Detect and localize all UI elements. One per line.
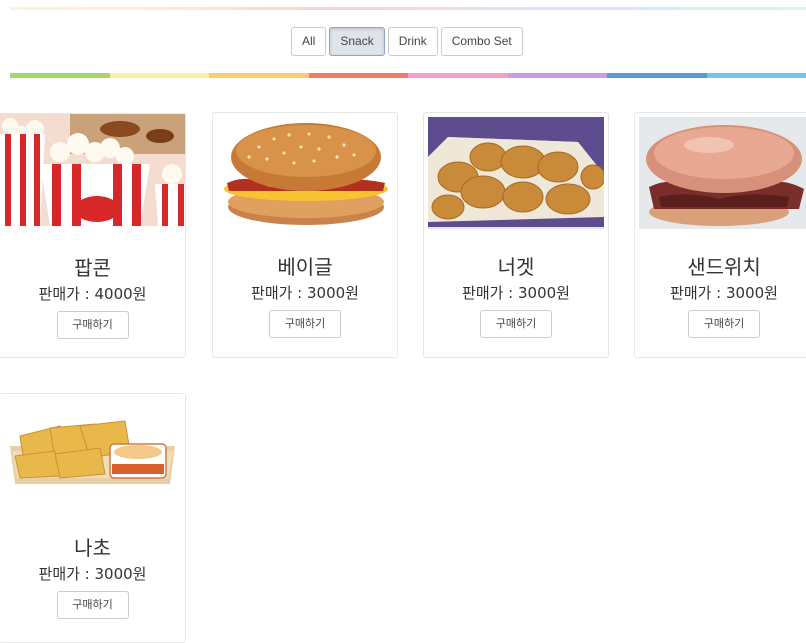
buy-button[interactable]: 구매하기	[57, 311, 129, 339]
product-name: 팝콘	[0, 252, 185, 281]
rainbow-segment	[408, 73, 508, 78]
product-name: 베이글	[213, 251, 397, 280]
product-price: 판매가 : 3000원	[0, 563, 185, 584]
product-card-popcorn: 팝콘 판매가 : 4000원 구매하기	[0, 113, 186, 358]
product-image-nachos	[0, 406, 185, 506]
buy-button[interactable]: 구매하기	[688, 310, 760, 338]
buy-button[interactable]: 구매하기	[480, 310, 552, 338]
product-card-bagel: 베이글 판매가 : 3000원 구매하기	[212, 112, 398, 358]
product-card-sandwich: 샌드위치 판매가 : 3000원 구매하기	[634, 112, 806, 358]
product-image-bagel	[219, 117, 391, 229]
rainbow-segment	[209, 73, 309, 78]
product-image-popcorn	[0, 114, 185, 226]
product-image-nuggets	[428, 117, 604, 229]
product-name: 너겟	[424, 251, 608, 280]
top-decorative-stripe	[10, 7, 806, 10]
filter-drink-button[interactable]: Drink	[388, 27, 438, 56]
product-price: 판매가 : 3000원	[213, 282, 397, 303]
rainbow-segment	[10, 73, 110, 78]
product-name: 나초	[0, 532, 185, 561]
filter-combo-set-button[interactable]: Combo Set	[441, 27, 523, 56]
product-price: 판매가 : 3000원	[424, 282, 608, 303]
product-price: 판매가 : 4000원	[0, 283, 185, 304]
product-card-nachos: 나초 판매가 : 3000원 구매하기	[0, 393, 186, 643]
rainbow-segment	[707, 73, 806, 78]
buy-button[interactable]: 구매하기	[57, 591, 129, 619]
filter-snack-button[interactable]: Snack	[329, 27, 384, 56]
product-image-sandwich	[639, 117, 806, 229]
buy-button[interactable]: 구매하기	[269, 310, 341, 338]
rainbow-divider	[10, 73, 806, 78]
product-price: 판매가 : 3000원	[635, 282, 806, 303]
filter-all-button[interactable]: All	[291, 27, 326, 56]
rainbow-segment	[508, 73, 608, 78]
product-card-nuggets: 너겟 판매가 : 3000원 구매하기	[423, 112, 609, 358]
rainbow-segment	[309, 73, 409, 78]
rainbow-segment	[607, 73, 707, 78]
rainbow-segment	[110, 73, 210, 78]
product-name: 샌드위치	[635, 251, 806, 280]
category-filter-bar: All Snack Drink Combo Set	[291, 27, 523, 56]
